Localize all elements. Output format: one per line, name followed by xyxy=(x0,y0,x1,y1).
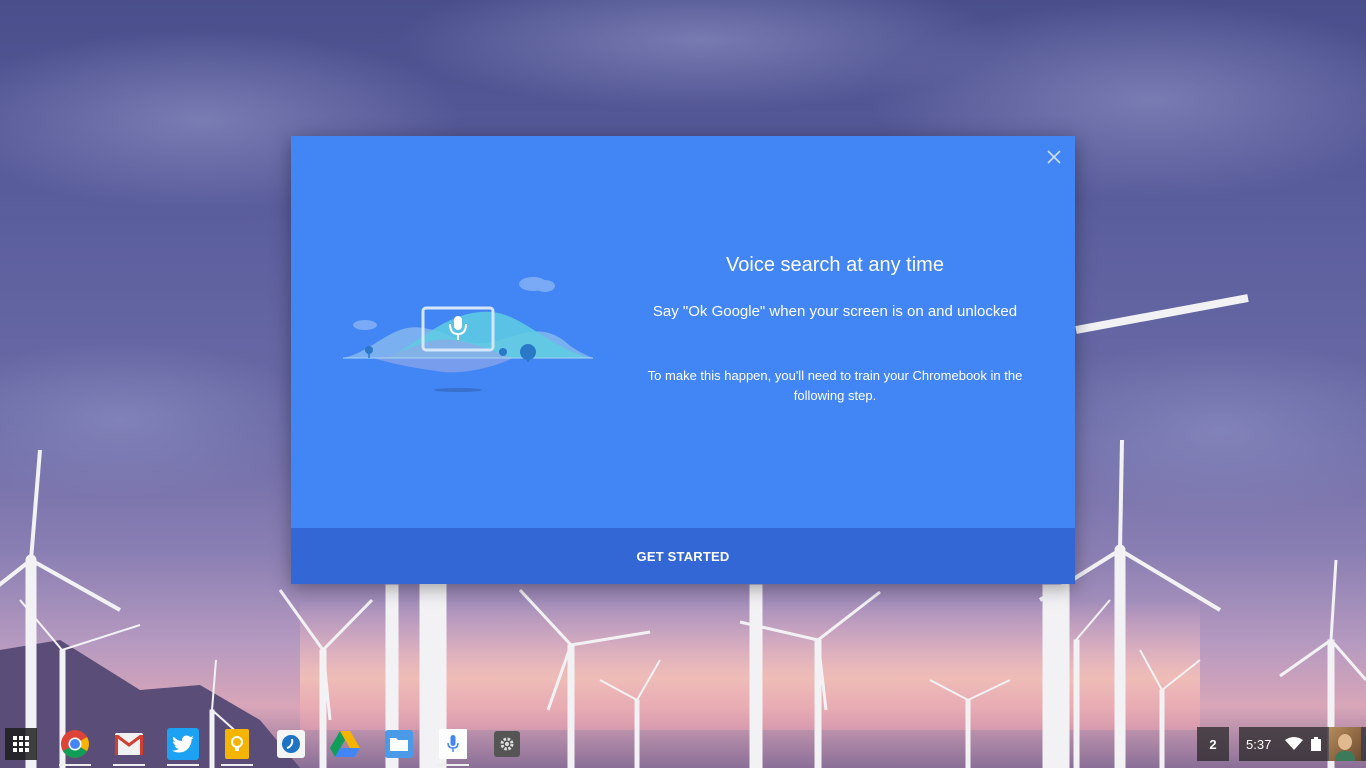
grid-icon xyxy=(13,736,29,752)
dialog-content: Voice search at any time Say "Ok Google"… xyxy=(641,254,1029,406)
microphone-icon xyxy=(447,735,459,752)
dialog-body: To make this happen, you'll need to trai… xyxy=(647,368,1023,403)
drive-icon xyxy=(330,731,360,757)
voice-search-button[interactable] xyxy=(437,728,469,766)
keep-icon xyxy=(231,736,243,751)
twitter-icon xyxy=(172,735,194,753)
voice-search-illustration xyxy=(343,277,593,392)
running-indicator xyxy=(59,764,91,766)
wifi-icon xyxy=(1285,737,1304,750)
app-icon xyxy=(282,735,300,753)
shelf: 2 5:37 xyxy=(0,720,1366,768)
drive-button[interactable] xyxy=(329,728,361,760)
voice-search-dialog: Voice search at any time Say "Ok Google"… xyxy=(291,136,1075,584)
chrome-button[interactable] xyxy=(59,728,91,766)
chrome-icon xyxy=(61,730,89,758)
clock: 5:37 xyxy=(1246,736,1272,752)
gmail-button[interactable] xyxy=(113,728,145,766)
desktop: Voice search at any time Say "Ok Google"… xyxy=(0,0,1366,768)
get-started-button[interactable]: GET STARTED xyxy=(291,528,1075,584)
running-indicator xyxy=(167,764,199,766)
twitter-button[interactable] xyxy=(167,728,199,766)
dialog-title: Voice search at any time xyxy=(726,254,944,276)
folder-icon xyxy=(390,738,408,751)
close-icon[interactable] xyxy=(1045,148,1063,166)
gear-icon xyxy=(500,737,514,751)
get-started-label: GET STARTED xyxy=(636,548,730,564)
notification-count: 2 xyxy=(1209,736,1217,752)
close-button[interactable] xyxy=(1045,148,1063,166)
gmail-icon xyxy=(115,733,143,755)
files-button[interactable] xyxy=(383,728,415,760)
running-indicator xyxy=(437,764,469,766)
settings-button[interactable] xyxy=(491,728,523,760)
battery-icon xyxy=(1311,737,1322,751)
running-indicator xyxy=(221,764,253,766)
keep-button[interactable] xyxy=(221,728,253,766)
app-launcher-button[interactable] xyxy=(5,728,37,760)
status-area[interactable]: 5:37 xyxy=(1239,727,1366,761)
dialog-subtitle: Say "Ok Google" when your screen is on a… xyxy=(652,303,1018,320)
notification-counter[interactable]: 2 xyxy=(1197,727,1229,761)
running-indicator xyxy=(113,764,145,766)
avatar xyxy=(1329,727,1362,761)
app-button[interactable] xyxy=(275,728,307,760)
